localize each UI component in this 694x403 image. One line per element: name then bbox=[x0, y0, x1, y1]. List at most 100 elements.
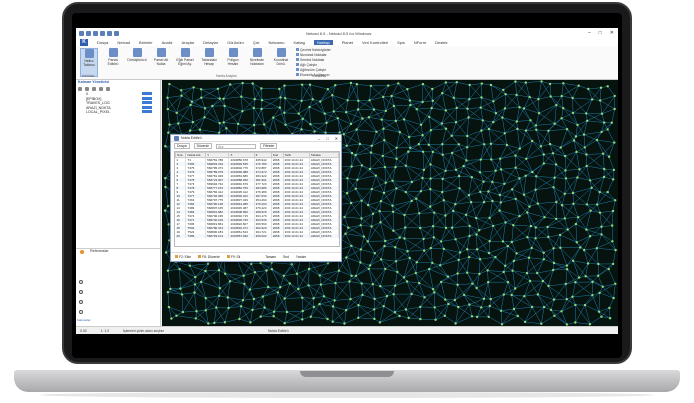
survey-point[interactable] bbox=[515, 93, 518, 97]
survey-point[interactable] bbox=[419, 190, 423, 193]
undo-icon[interactable] bbox=[107, 30, 112, 36]
survey-point[interactable] bbox=[565, 268, 569, 271]
layer-visibility-icon[interactable] bbox=[142, 96, 152, 100]
survey-point[interactable] bbox=[585, 112, 588, 115]
survey-point[interactable] bbox=[379, 200, 383, 203]
survey-point[interactable] bbox=[204, 309, 207, 312]
survey-point[interactable] bbox=[526, 211, 529, 214]
survey-point[interactable] bbox=[373, 297, 376, 301]
survey-point[interactable] bbox=[599, 86, 603, 89]
survey-point[interactable] bbox=[373, 308, 376, 311]
survey-point[interactable] bbox=[333, 299, 336, 302]
survey-point[interactable] bbox=[439, 240, 443, 243]
survey-point[interactable] bbox=[574, 135, 578, 138]
dialog-maximize-button[interactable]: □ bbox=[326, 136, 328, 141]
survey-point[interactable] bbox=[166, 269, 170, 272]
survey-point[interactable] bbox=[530, 305, 534, 309]
filter-icon[interactable] bbox=[99, 87, 103, 91]
survey-point[interactable] bbox=[261, 295, 264, 298]
survey-point[interactable] bbox=[282, 274, 285, 277]
print-icon[interactable] bbox=[100, 30, 105, 36]
survey-point[interactable] bbox=[404, 226, 407, 229]
survey-point[interactable] bbox=[260, 87, 263, 90]
survey-point[interactable] bbox=[355, 128, 358, 131]
menu-tab[interactable]: Detaylar bbox=[203, 40, 218, 45]
survey-point[interactable] bbox=[480, 96, 483, 99]
ribbon-button[interactable]: Koordinat Dönü. bbox=[272, 48, 290, 77]
survey-point[interactable] bbox=[494, 112, 498, 115]
dialog-footer-button[interactable]: Sed bbox=[283, 255, 289, 259]
survey-point[interactable] bbox=[528, 279, 532, 283]
table-cell[interactable]: 4334857.930 bbox=[228, 234, 255, 238]
maximize-button[interactable]: □ bbox=[599, 30, 602, 36]
survey-point[interactable] bbox=[481, 119, 484, 122]
survey-point[interactable] bbox=[312, 305, 316, 309]
survey-point[interactable] bbox=[263, 306, 266, 309]
table-cell[interactable]: 359.002 bbox=[254, 234, 272, 238]
survey-point[interactable] bbox=[514, 197, 517, 201]
survey-point[interactable] bbox=[447, 302, 450, 306]
survey-point[interactable] bbox=[503, 182, 506, 185]
survey-point[interactable] bbox=[284, 97, 287, 100]
survey-point[interactable] bbox=[471, 282, 474, 285]
survey-point[interactable] bbox=[613, 141, 616, 144]
survey-point[interactable] bbox=[577, 216, 580, 219]
menu-tab[interactable]: Netcamu bbox=[268, 40, 284, 45]
survey-point[interactable] bbox=[429, 188, 432, 191]
survey-point[interactable] bbox=[511, 188, 514, 191]
survey-point[interactable] bbox=[466, 107, 469, 110]
survey-point[interactable] bbox=[224, 272, 227, 275]
ribbon-list-item[interactable]: Numaralı Noktalar bbox=[296, 53, 331, 57]
survey-point[interactable] bbox=[432, 236, 436, 239]
survey-point[interactable] bbox=[300, 128, 303, 131]
survey-point[interactable] bbox=[374, 174, 377, 177]
survey-point[interactable] bbox=[169, 287, 172, 291]
survey-point[interactable] bbox=[574, 321, 577, 324]
survey-point[interactable] bbox=[213, 321, 216, 325]
survey-point[interactable] bbox=[227, 306, 230, 310]
survey-point[interactable] bbox=[431, 288, 435, 291]
survey-point[interactable] bbox=[253, 98, 256, 101]
survey-point[interactable] bbox=[576, 123, 579, 127]
survey-point[interactable] bbox=[502, 270, 505, 274]
survey-point[interactable] bbox=[536, 271, 539, 275]
survey-point[interactable] bbox=[470, 315, 474, 318]
survey-point[interactable] bbox=[441, 91, 444, 95]
survey-point[interactable] bbox=[325, 121, 328, 124]
survey-point[interactable] bbox=[200, 280, 203, 284]
survey-point[interactable] bbox=[603, 121, 606, 124]
survey-point[interactable] bbox=[558, 233, 562, 237]
survey-point[interactable] bbox=[164, 145, 167, 148]
survey-point[interactable] bbox=[295, 272, 299, 275]
survey-point[interactable] bbox=[439, 264, 442, 267]
survey-point[interactable] bbox=[362, 235, 366, 238]
survey-point[interactable] bbox=[542, 153, 545, 156]
survey-point[interactable] bbox=[408, 256, 411, 260]
survey-point[interactable] bbox=[367, 116, 371, 119]
minimize-button[interactable]: – bbox=[588, 30, 591, 36]
survey-point[interactable] bbox=[188, 264, 191, 267]
survey-point[interactable] bbox=[488, 304, 491, 308]
survey-point[interactable] bbox=[350, 165, 353, 168]
open-file-icon[interactable] bbox=[86, 30, 91, 36]
survey-point[interactable] bbox=[490, 158, 493, 161]
survey-point[interactable] bbox=[382, 191, 386, 195]
survey-point[interactable] bbox=[606, 190, 609, 194]
survey-point[interactable] bbox=[382, 305, 385, 308]
menu-tab[interactable]: Netcad bbox=[117, 40, 130, 45]
survey-point[interactable] bbox=[598, 190, 601, 194]
survey-point[interactable] bbox=[332, 110, 335, 113]
survey-point[interactable] bbox=[564, 177, 568, 180]
menu-tab[interactable]: Çizi bbox=[253, 40, 260, 45]
survey-point[interactable] bbox=[379, 258, 383, 261]
ribbon-button[interactable]: Dönüştürücü bbox=[127, 48, 147, 77]
survey-point[interactable] bbox=[300, 83, 304, 86]
survey-point[interactable] bbox=[381, 154, 384, 158]
survey-point[interactable] bbox=[462, 293, 466, 297]
survey-point[interactable] bbox=[307, 267, 311, 271]
survey-point[interactable] bbox=[410, 292, 413, 296]
survey-point[interactable] bbox=[225, 127, 228, 130]
survey-point[interactable] bbox=[429, 129, 433, 132]
survey-point[interactable] bbox=[554, 163, 558, 166]
survey-point[interactable] bbox=[361, 293, 364, 297]
